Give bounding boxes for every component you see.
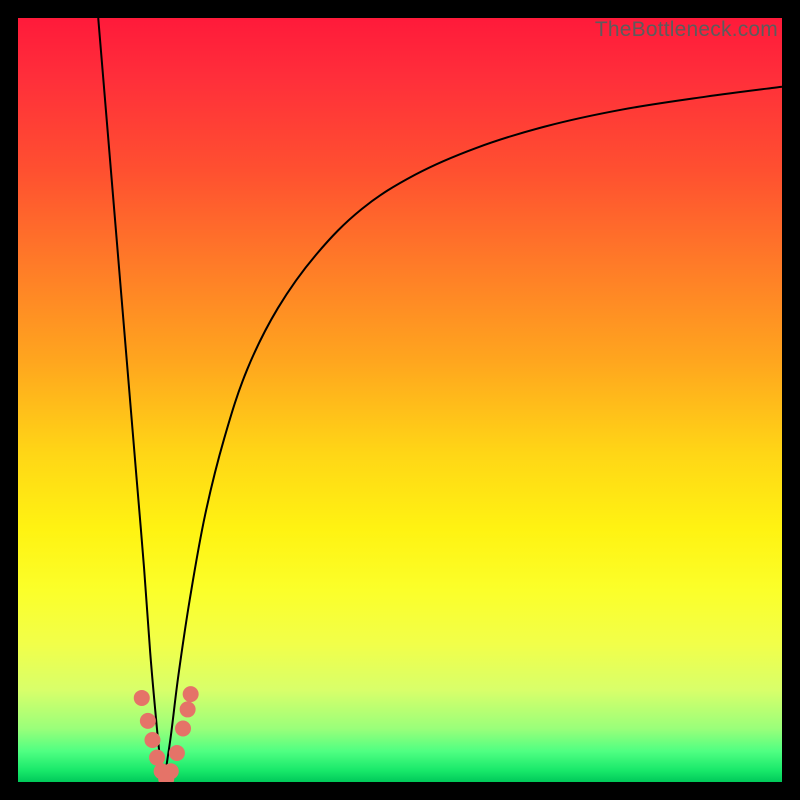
curve-right-branch	[164, 87, 782, 782]
chart-svg	[18, 18, 782, 782]
valley-marker	[134, 690, 150, 706]
valley-marker-group	[134, 686, 199, 782]
watermark-text: TheBottleneck.com	[595, 18, 778, 42]
chart-frame: TheBottleneck.com	[0, 0, 800, 800]
valley-marker	[163, 763, 179, 779]
valley-marker	[144, 732, 160, 748]
plot-area: TheBottleneck.com	[18, 18, 782, 782]
curve-left-branch	[98, 18, 164, 782]
valley-marker	[140, 713, 156, 729]
valley-marker	[183, 686, 199, 702]
valley-marker	[180, 701, 196, 717]
valley-marker	[175, 721, 191, 737]
valley-marker	[149, 750, 165, 766]
valley-marker	[169, 745, 185, 761]
